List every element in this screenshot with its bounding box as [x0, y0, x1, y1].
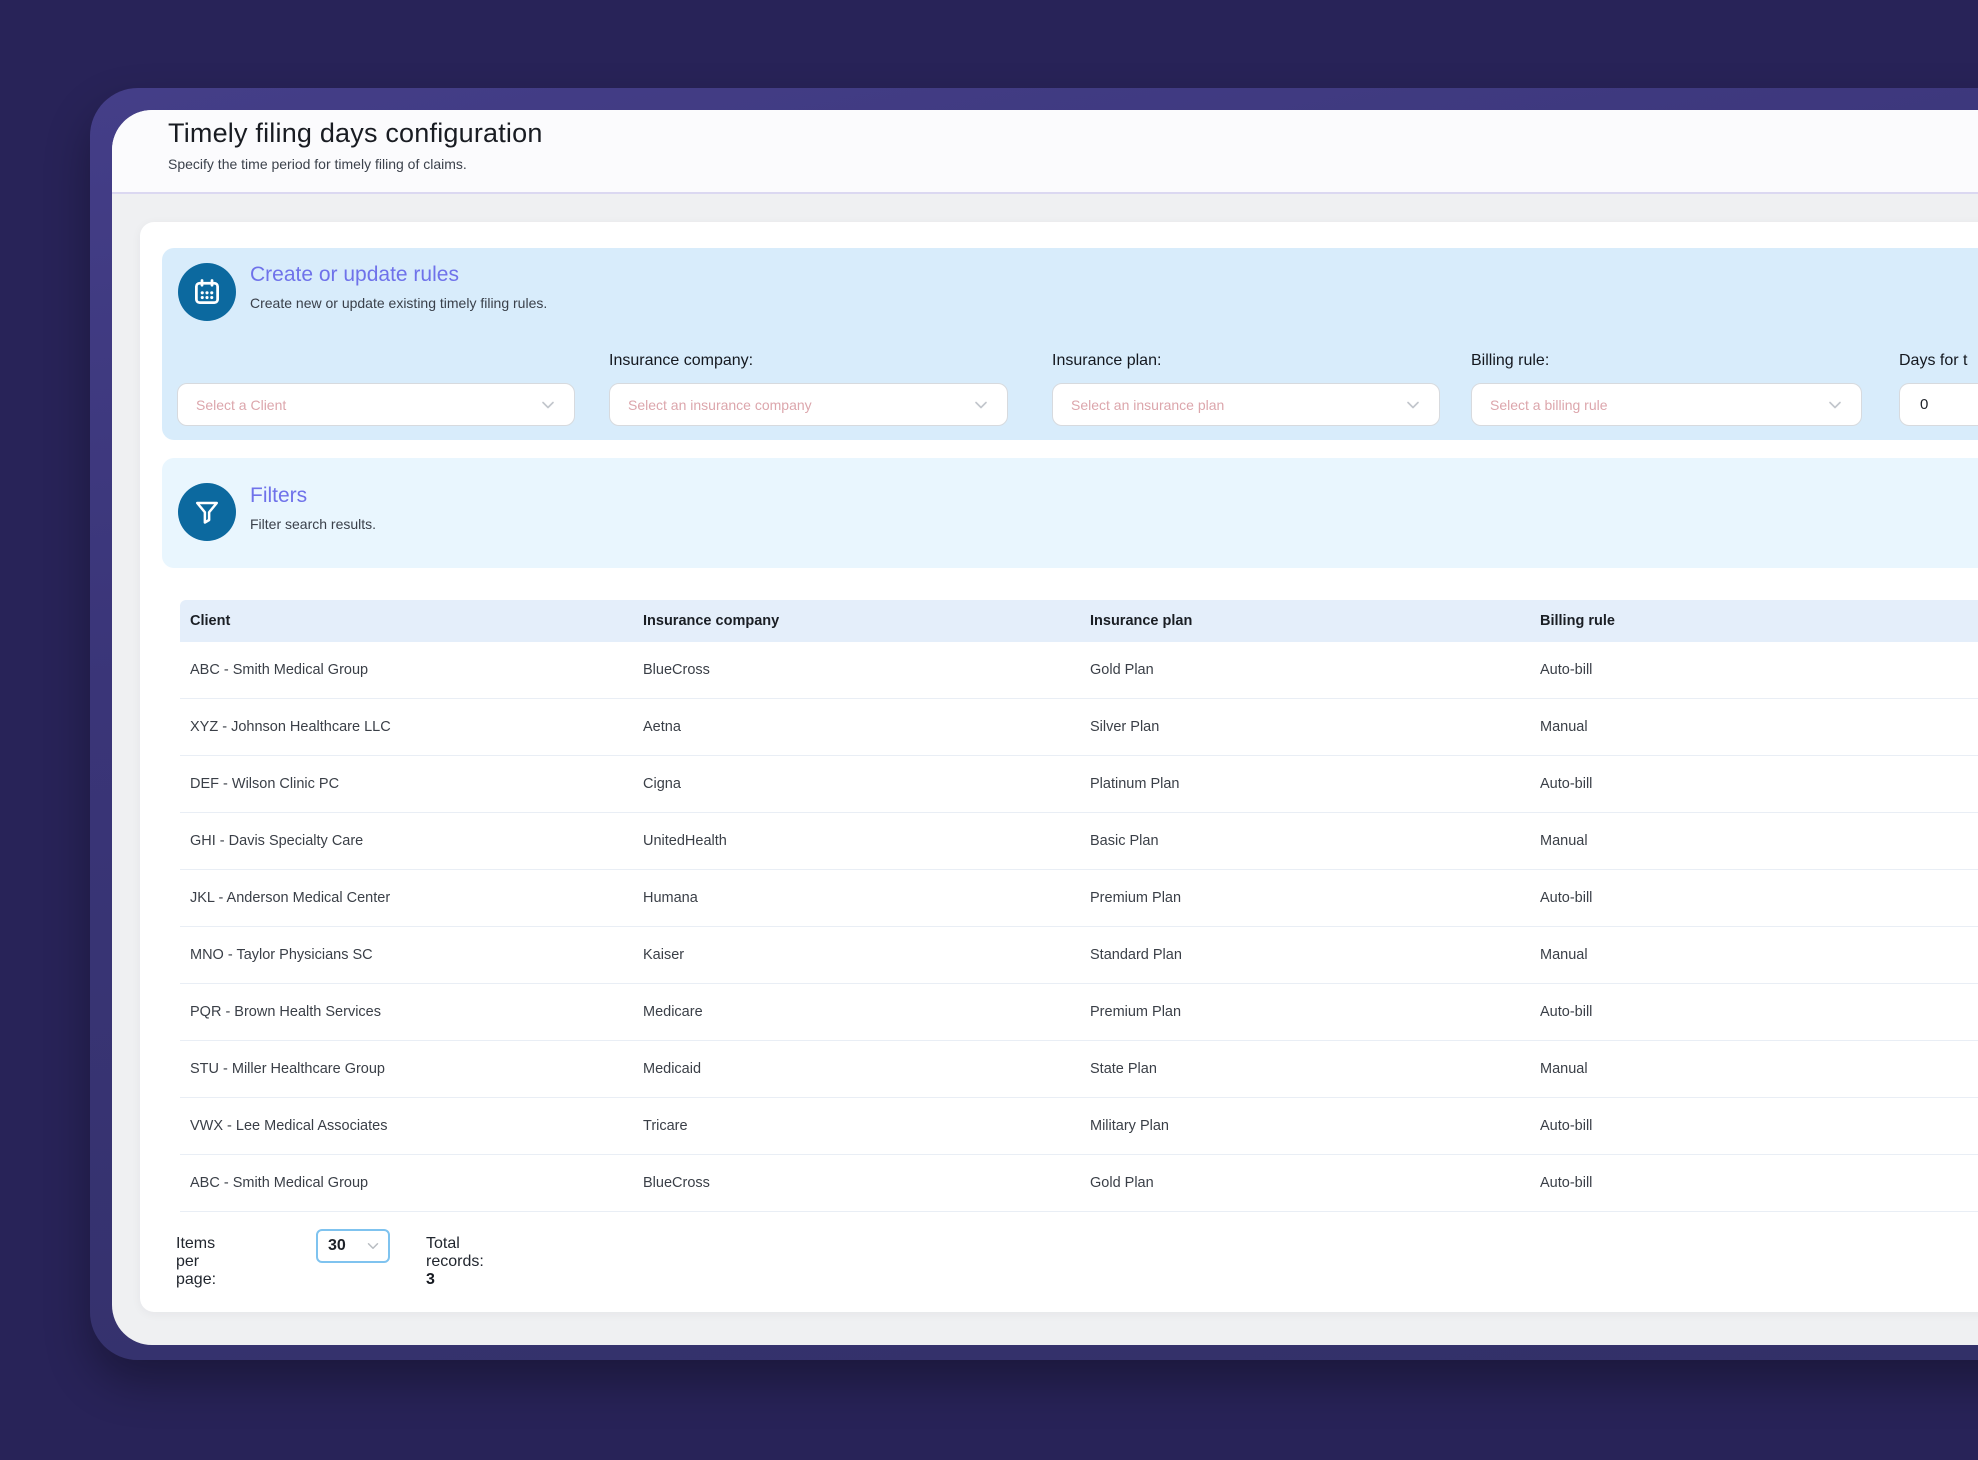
- table-row: DEF - Wilson Clinic PC Cigna Platinum Plan…: [180, 756, 1978, 813]
- table-cell: Gold Plan: [1090, 1175, 1154, 1191]
- table-row: ABC - Smith Medical Group BlueCross Gold P…: [180, 642, 1978, 699]
- table-cell: Premium Plan: [1090, 1004, 1182, 1020]
- filters-subtitle: Filter search results.: [250, 516, 377, 532]
- table-cell: Auto-bill: [1540, 1118, 1593, 1134]
- table-cell: Kaiser: [643, 947, 685, 963]
- insurance-plan-select[interactable]: Select an insurance plan: [1052, 383, 1440, 426]
- content-panel: Create or update rules Create new or upd…: [140, 222, 1978, 1312]
- table-cell: STU - Miller Healthcare Group: [190, 1061, 385, 1077]
- table-row: STU - Miller Healthcare Group Medicaid Sta…: [180, 1041, 1978, 1098]
- table-cell: Military Plan: [1090, 1118, 1169, 1134]
- items-per-page-label: Items per page:: [176, 1235, 217, 1288]
- total-records: Total records: 3: [426, 1235, 484, 1289]
- card-header: Timely filing days configuration Specify…: [112, 110, 1978, 194]
- column-header-insurance-company: Insurance company: [643, 613, 780, 629]
- table-cell: Manual: [1540, 719, 1588, 735]
- insurance-company-label: Insurance company:: [609, 352, 754, 369]
- table-cell: Basic Plan: [1090, 833, 1159, 849]
- table-row: ABC - Smith Medical Group BlueCross Gold P…: [180, 1155, 1978, 1212]
- table-cell: Cigna: [643, 776, 681, 792]
- create-rules-title: Create or update rules: [250, 263, 459, 286]
- table-cell: Auto-bill: [1540, 662, 1593, 678]
- insurance-plan-placeholder: Select an insurance plan: [1071, 396, 1225, 413]
- total-records-value: 3: [426, 1271, 435, 1288]
- chevron-down-icon: [1829, 401, 1841, 408]
- table-row: GHI - Davis Specialty Care UnitedHealth Ba…: [180, 813, 1978, 870]
- table-cell: Medicaid: [643, 1061, 702, 1077]
- days-input[interactable]: [1899, 383, 1978, 426]
- table-row: JKL - Anderson Medical Center Humana Premi…: [180, 870, 1978, 927]
- table-cell: Medicare: [643, 1004, 703, 1020]
- chevron-down-icon: [975, 401, 987, 408]
- table-cell: Auto-bill: [1540, 776, 1593, 792]
- funnel-icon: [178, 483, 236, 541]
- table-cell: Premium Plan: [1090, 890, 1182, 906]
- table-cell: VWX - Lee Medical Associates: [190, 1118, 388, 1134]
- table-cell: Manual: [1540, 833, 1588, 849]
- filters-section: Filters Filter search results.: [162, 458, 1978, 568]
- table-row: PQR - Brown Health Services Medicare Premi…: [180, 984, 1978, 1041]
- table-cell: UnitedHealth: [643, 833, 727, 849]
- table-cell: Manual: [1540, 947, 1588, 963]
- table-cell: State Plan: [1090, 1061, 1157, 1077]
- items-per-page-value: 30: [328, 1237, 346, 1254]
- billing-rule-select[interactable]: Select a billing rule: [1471, 383, 1862, 426]
- column-header-insurance-plan: Insurance plan: [1090, 613, 1193, 629]
- table-cell: Platinum Plan: [1090, 776, 1180, 792]
- table-row: MNO - Taylor Physicians SC Kaiser Standard…: [180, 927, 1978, 984]
- insurance-company-select[interactable]: Select an insurance company: [609, 383, 1008, 426]
- table-row: VWX - Lee Medical Associates Tricare Milit…: [180, 1098, 1978, 1155]
- page-title: Timely filing days configuration: [168, 118, 543, 148]
- rules-table: Client Insurance company Insurance plan …: [180, 600, 1978, 1212]
- table-cell: JKL - Anderson Medical Center: [190, 890, 391, 906]
- table-cell: Humana: [643, 890, 698, 906]
- table-cell: BlueCross: [643, 1175, 710, 1191]
- table-cell: XYZ - Johnson Healthcare LLC: [190, 719, 391, 735]
- table-cell: GHI - Davis Specialty Care: [190, 833, 364, 849]
- table-cell: Silver Plan: [1090, 719, 1160, 735]
- create-rules-subtitle: Create new or update existing timely fil…: [250, 295, 548, 311]
- client-select-placeholder: Select a Client: [196, 396, 287, 413]
- chevron-down-icon: [367, 1243, 379, 1249]
- billing-rule-label: Billing rule:: [1471, 352, 1550, 369]
- insurance-plan-label: Insurance plan:: [1052, 352, 1162, 369]
- table-cell: ABC - Smith Medical Group: [190, 1175, 369, 1191]
- table-cell: PQR - Brown Health Services: [190, 1004, 381, 1020]
- days-label: Days for t: [1899, 352, 1968, 369]
- main-card: Timely filing days configuration Specify…: [112, 110, 1978, 1345]
- create-rules-section: Create or update rules Create new or upd…: [162, 248, 1978, 440]
- table-cell: Auto-bill: [1540, 1175, 1593, 1191]
- calendar-icon: [178, 263, 236, 321]
- insurance-company-placeholder: Select an insurance company: [628, 396, 812, 413]
- table-row: XYZ - Johnson Healthcare LLC Aetna Silver …: [180, 699, 1978, 756]
- items-per-page-select[interactable]: 30: [316, 1229, 390, 1263]
- table-header-row: Client Insurance company Insurance plan …: [180, 600, 1978, 642]
- table-body: ABC - Smith Medical Group BlueCross Gold P…: [180, 642, 1978, 1212]
- table-cell: MNO - Taylor Physicians SC: [190, 947, 373, 963]
- client-select[interactable]: Select a Client: [177, 383, 575, 426]
- column-header-client: Client: [190, 613, 231, 629]
- billing-rule-placeholder: Select a billing rule: [1490, 396, 1608, 413]
- table-cell: Tricare: [643, 1118, 688, 1134]
- chevron-down-icon: [542, 401, 554, 408]
- table-cell: Gold Plan: [1090, 662, 1154, 678]
- filters-title: Filters: [250, 484, 308, 507]
- table-cell: ABC - Smith Medical Group: [190, 662, 369, 678]
- page-subtitle: Specify the time period for timely filin…: [168, 156, 467, 172]
- table-cell: Standard Plan: [1090, 947, 1182, 963]
- chevron-down-icon: [1407, 401, 1419, 408]
- table-cell: Auto-bill: [1540, 1004, 1593, 1020]
- table-cell: DEF - Wilson Clinic PC: [190, 776, 340, 792]
- column-header-billing-rule: Billing rule: [1540, 613, 1615, 629]
- table-cell: BlueCross: [643, 662, 710, 678]
- table-cell: Aetna: [643, 719, 681, 735]
- table-cell: Auto-bill: [1540, 890, 1593, 906]
- total-records-label: Total records:: [426, 1235, 484, 1270]
- table-cell: Manual: [1540, 1061, 1588, 1077]
